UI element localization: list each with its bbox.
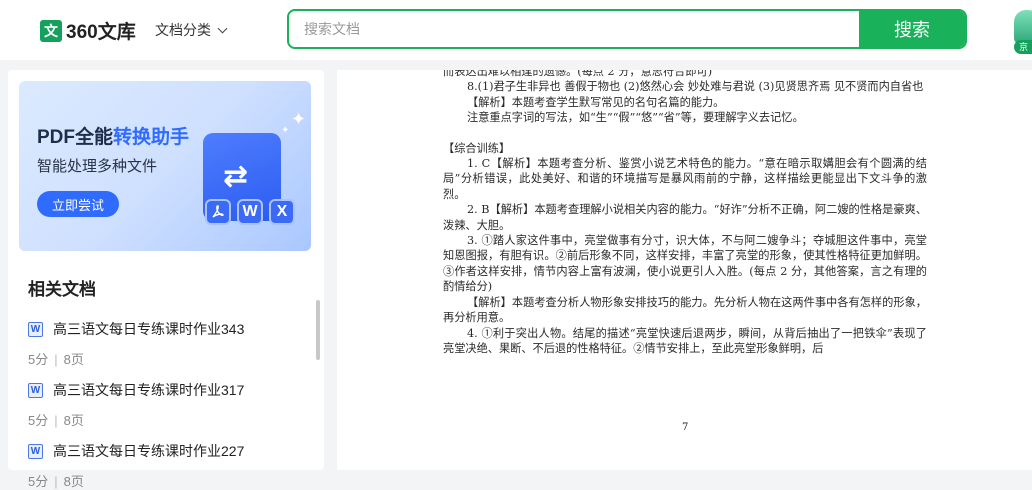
category-label: 文档分类 bbox=[155, 22, 211, 38]
sidebar-scrollbar[interactable] bbox=[316, 300, 320, 360]
excel-icon: X bbox=[269, 199, 295, 225]
promo-illustration: ⇄ W X ✦ ✦ bbox=[199, 109, 309, 241]
doc-line: 2. B【解析】本题考查理解小说相关内容的能力。“好诈”分析不正确，阿二嫂的性格… bbox=[443, 203, 927, 232]
word-doc-icon: W bbox=[28, 382, 43, 398]
promo-title: PDF全能转换助手 bbox=[37, 122, 189, 149]
related-doc-meta: 5分 | 8页 bbox=[28, 471, 308, 490]
doc-score: 5分 bbox=[28, 474, 49, 489]
divider: | bbox=[54, 413, 58, 428]
logo-icon: 文 bbox=[40, 19, 62, 42]
doc-line: 1. C【解析】本题考查分析、鉴赏小说艺术特色的能力。“意在暗示取媾胆会有个圆满… bbox=[443, 157, 927, 201]
logo-text: 360文库 bbox=[66, 22, 136, 43]
search-input[interactable] bbox=[289, 11, 861, 47]
search-bar: 搜索 bbox=[287, 9, 967, 49]
sparkle-small-icon: ✦ bbox=[281, 125, 290, 136]
promo-title-highlight: 转换助手 bbox=[113, 127, 190, 148]
site-logo[interactable]: 文 360文库 bbox=[40, 17, 136, 44]
document-viewer: 而表达出难以相逢的遗憾。(每点 2 分，意思符合即可) 8.(1)君子生非异也 … bbox=[337, 70, 1032, 470]
related-doc-item[interactable]: W 高三语文每日专练课时作业343 5分 | 8页 bbox=[28, 319, 308, 368]
doc-line: 8.(1)君子生非异也 善假于物也 (2)悠然心会 妙处难与君说 (3)见贤思齐… bbox=[467, 80, 924, 94]
doc-pages: 8页 bbox=[63, 352, 84, 367]
chevron-down-icon bbox=[217, 23, 228, 33]
swap-arrows-icon: ⇄ bbox=[223, 160, 249, 193]
doc-line: 【解析】本题考查学生默写常见的名句名篇的能力。 bbox=[467, 95, 725, 109]
doc-pages: 8页 bbox=[63, 474, 84, 489]
related-doc-item[interactable]: W 高三语文每日专练课时作业227 5分 | 8页 bbox=[28, 441, 308, 490]
related-doc-meta: 5分 | 8页 bbox=[28, 349, 308, 368]
pdf-icon bbox=[205, 199, 231, 225]
doc-line: 4. ①利于突出人物。结尾的描述“亮堂快速后退两步，瞬间，从背后抽出了一把铁伞”… bbox=[443, 326, 927, 355]
page-number: 7 bbox=[682, 422, 689, 433]
sparkle-icon: ✦ bbox=[291, 109, 307, 129]
promo-banner[interactable]: PDF全能转换助手 智能处理多种文件 立即尝试 ⇄ W X ✦ ✦ bbox=[19, 81, 311, 251]
related-doc-name[interactable]: 高三语文每日专练课时作业343 bbox=[53, 319, 244, 339]
related-doc-name[interactable]: 高三语文每日专练课时作业227 bbox=[53, 441, 244, 461]
doc-score: 5分 bbox=[28, 413, 49, 428]
doc-line: 注意重点字词的写法，如“生”“假”“悠”“省”等，要理解字义去记忆。 bbox=[467, 111, 804, 125]
divider: | bbox=[54, 474, 58, 489]
promo-title-plain: PDF全能 bbox=[37, 127, 114, 148]
badge-label: 京 bbox=[1014, 40, 1032, 54]
related-doc-meta: 5分 | 8页 bbox=[28, 410, 308, 429]
related-doc-item[interactable]: W 高三语文每日专练课时作业317 5分 | 8页 bbox=[28, 380, 308, 429]
word-doc-icon: W bbox=[28, 321, 43, 337]
doc-pages: 8页 bbox=[63, 413, 84, 428]
doc-score: 5分 bbox=[28, 352, 49, 367]
top-bar: 文 360文库 文档分类 搜索 京 bbox=[0, 0, 1032, 60]
doc-line: 【解析】本题考查分析人物形象安排技巧的能力。先分析人物在这两件事中各有怎样的形象… bbox=[443, 295, 927, 325]
word-icon: W bbox=[237, 199, 263, 225]
try-now-button[interactable]: 立即尝试 bbox=[37, 191, 119, 217]
divider: | bbox=[54, 352, 58, 367]
doc-line: 而表达出难以相逢的遗憾。(每点 2 分，意思符合即可) bbox=[443, 70, 713, 78]
promo-badge[interactable]: 京 bbox=[1010, 6, 1032, 54]
badge-icon bbox=[1014, 10, 1032, 44]
related-doc-name[interactable]: 高三语文每日专练课时作业317 bbox=[53, 380, 244, 400]
doc-section-heading: 【综合训练】 bbox=[443, 141, 511, 155]
search-button[interactable]: 搜索 bbox=[859, 11, 965, 47]
document-page: 而表达出难以相逢的遗憾。(每点 2 分，意思符合即可) 8.(1)君子生非异也 … bbox=[443, 70, 927, 356]
doc-line: 3. ①踏人家这件事中，亮堂做事有分寸，识大体，不与阿二嫂争斗；夺城胆这件事中，… bbox=[443, 234, 927, 294]
related-docs-title: 相关文档 bbox=[28, 280, 96, 299]
word-doc-icon: W bbox=[28, 443, 43, 459]
sidebar: PDF全能转换助手 智能处理多种文件 立即尝试 ⇄ W X ✦ ✦ 相关文档 W… bbox=[8, 70, 324, 489]
category-dropdown[interactable]: 文档分类 bbox=[155, 20, 228, 40]
promo-subtitle: 智能处理多种文件 bbox=[37, 158, 158, 175]
